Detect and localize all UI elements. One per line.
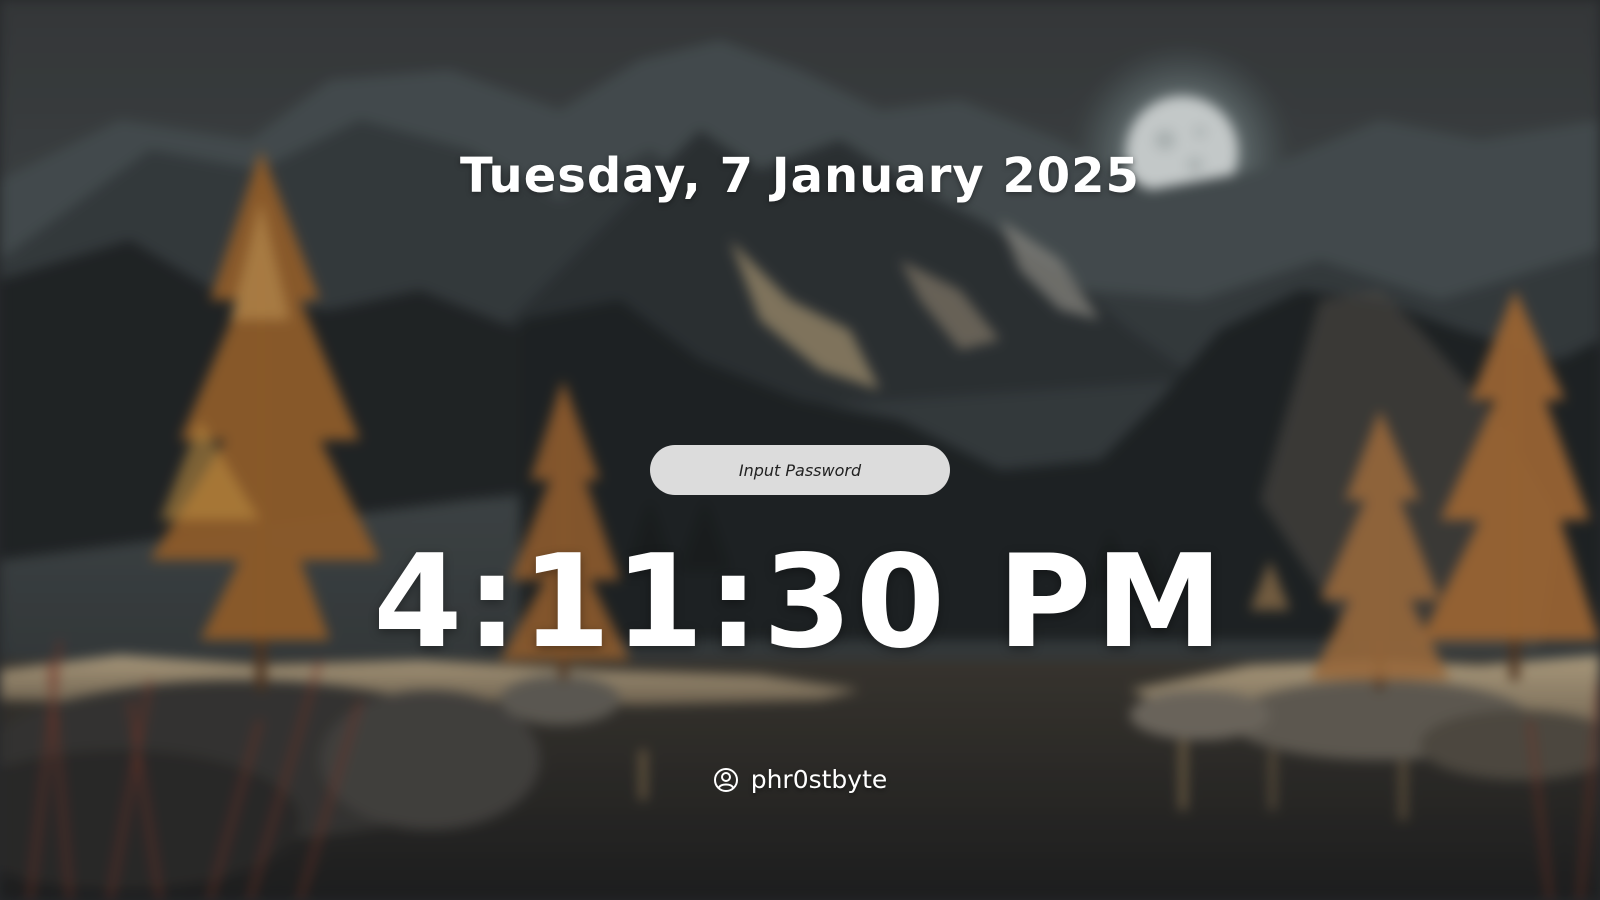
user-account[interactable]: phr0stbyte: [0, 765, 1600, 794]
username-label: phr0stbyte: [750, 765, 888, 794]
lock-screen-overlay: Tuesday, 7 January 2025 4:11:30 PM phr0s…: [0, 0, 1600, 900]
date-label: Tuesday, 7 January 2025: [460, 148, 1140, 204]
password-input[interactable]: [650, 445, 950, 495]
clock-time: 4:11:30 PM: [373, 528, 1227, 677]
lock-screen: Tuesday, 7 January 2025 4:11:30 PM phr0s…: [0, 0, 1600, 900]
user-circle-icon: [713, 767, 739, 793]
